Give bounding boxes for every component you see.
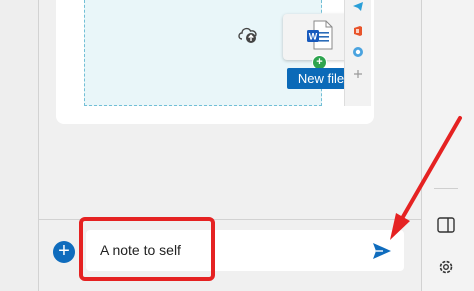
- app-mini-rail: [344, 0, 371, 106]
- add-app-icon[interactable]: [352, 68, 364, 80]
- office-icon[interactable]: [352, 25, 364, 37]
- right-sidebar: [422, 0, 474, 291]
- left-background-strip: [0, 0, 38, 291]
- split-pane-icon[interactable]: [437, 217, 455, 233]
- telegram-icon[interactable]: [352, 0, 364, 12]
- file-drop-zone[interactable]: W + New file: [84, 0, 355, 106]
- cloud-upload-icon: [238, 27, 257, 43]
- word-document-icon: W: [307, 20, 333, 50]
- attachment-preview-card: W + New file: [56, 0, 374, 124]
- send-icon[interactable]: [372, 242, 392, 260]
- sidebar-separator: [434, 188, 458, 189]
- add-attachment-button[interactable]: +: [53, 241, 75, 263]
- annotation-highlight-box: [79, 217, 215, 281]
- gear-icon[interactable]: [437, 258, 455, 276]
- new-file-card[interactable]: W: [283, 14, 349, 60]
- panel-border-left: [38, 0, 39, 291]
- outlook-icon[interactable]: [352, 46, 364, 58]
- svg-text:W: W: [309, 32, 318, 42]
